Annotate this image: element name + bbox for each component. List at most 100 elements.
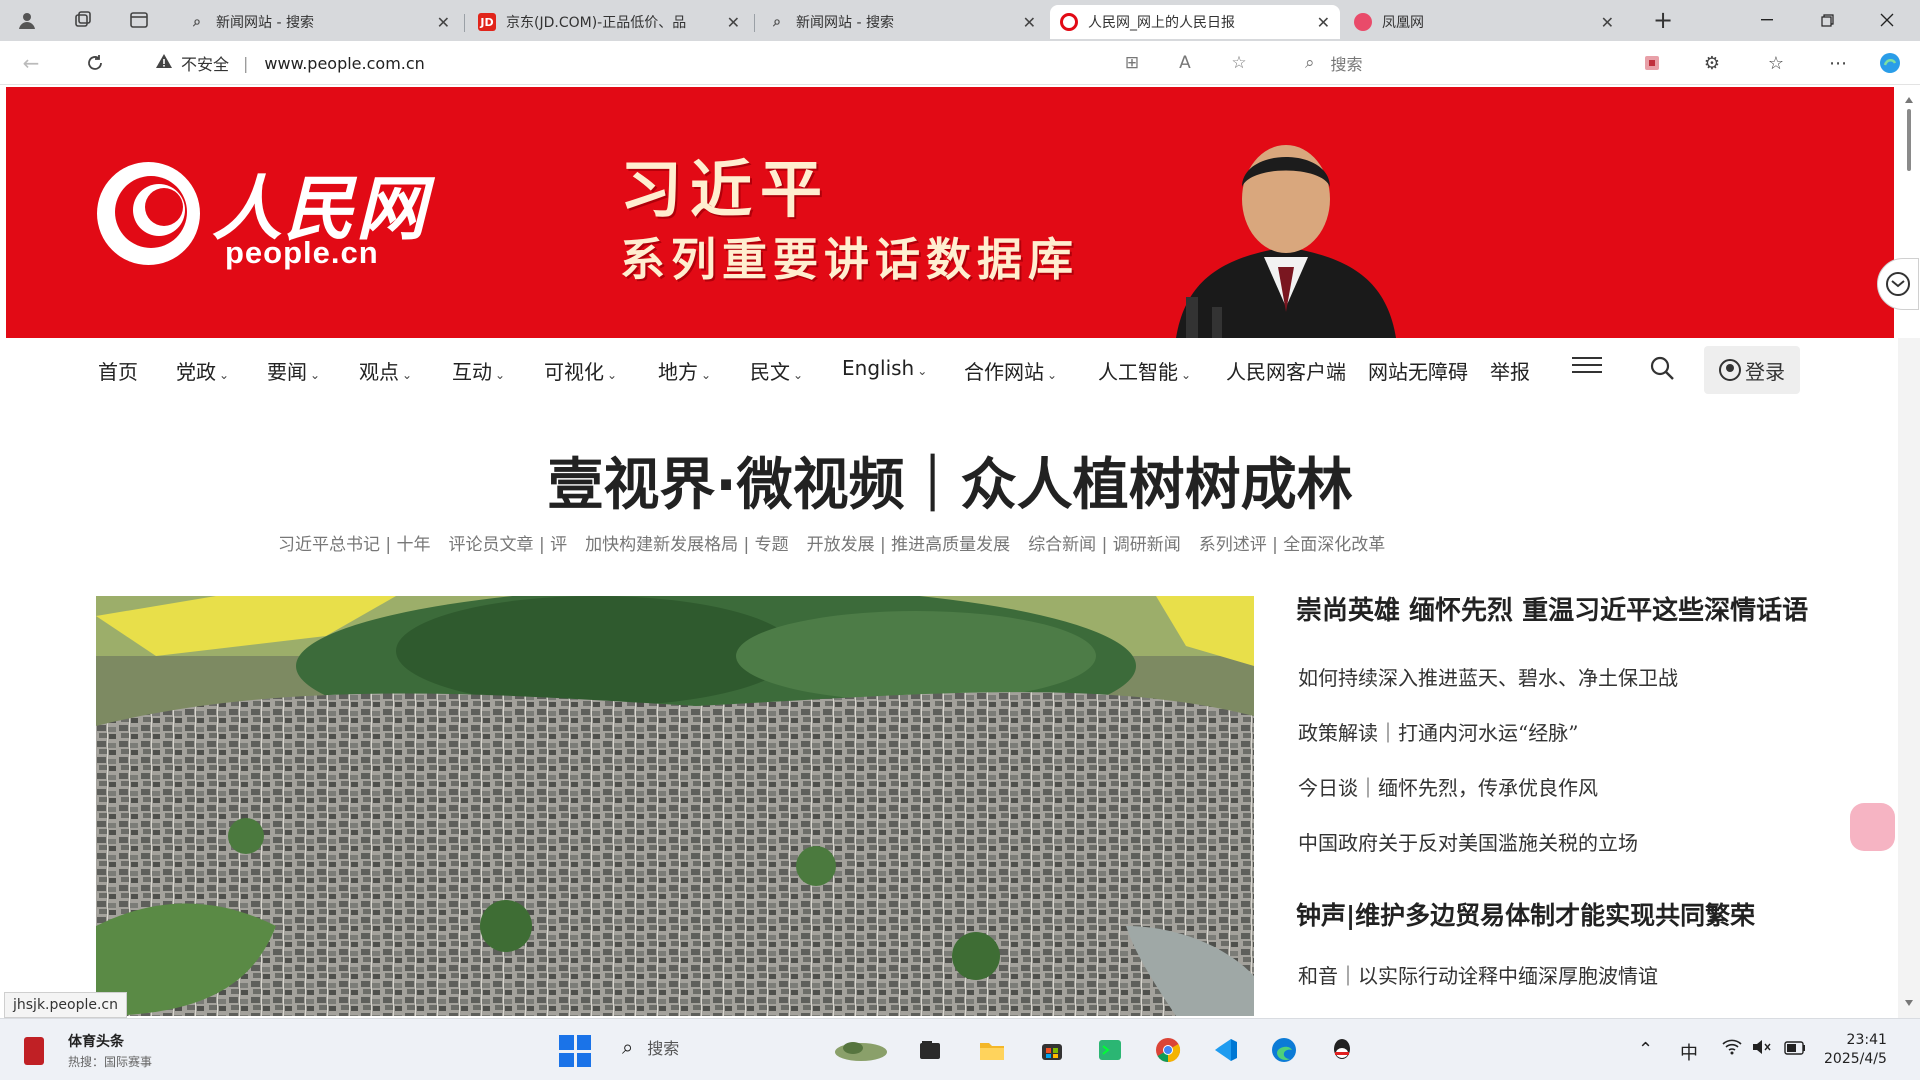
- main-headline[interactable]: 壹视界·微视频｜众人植树树成林: [0, 440, 1900, 521]
- landscape-widget-icon[interactable]: [832, 1033, 890, 1067]
- tab-title: 新闻网站 - 搜索: [796, 15, 894, 31]
- system-clock[interactable]: 23:41 2025/4/5: [1824, 1031, 1887, 1069]
- extensions-puzzle-icon[interactable]: ⚙: [1698, 50, 1726, 76]
- nav-item-english[interactable]: English ⌄: [842, 356, 927, 380]
- close-tab-icon[interactable]: ✕: [1317, 13, 1330, 32]
- close-tab-icon[interactable]: ✕: [1023, 13, 1036, 32]
- sidebar-search-box[interactable]: ⌕ 搜索: [1305, 51, 1363, 75]
- tab-title: 京东(JD.COM)-正品低价、品: [506, 15, 687, 31]
- url-field[interactable]: www.people.com.cn: [264, 54, 424, 73]
- side-news-item[interactable]: 今日谈｜缅怀先烈，传承优良作风: [1298, 772, 1598, 801]
- nav-item-ai[interactable]: 人工智能 ⌄: [1098, 356, 1191, 385]
- qq-icon[interactable]: [1324, 1033, 1360, 1067]
- edge-icon[interactable]: [1266, 1033, 1302, 1067]
- subhead-link[interactable]: 系列述评 | 全面深化改革: [1199, 530, 1386, 555]
- close-tab-icon[interactable]: ✕: [1601, 13, 1614, 32]
- workspaces-icon[interactable]: [68, 6, 98, 34]
- side-heading[interactable]: 崇尚英雄 缅怀先烈 重温习近平这些深情话语: [1296, 590, 1808, 627]
- site-logo-domain[interactable]: people.cn: [225, 235, 379, 271]
- nav-item-local[interactable]: 地方 ⌄: [658, 356, 711, 385]
- read-aloud-icon[interactable]: A: [1172, 51, 1198, 75]
- nav-label: 观点: [359, 360, 399, 384]
- nav-item-home[interactable]: 首页: [98, 356, 138, 385]
- nav-item-news[interactable]: 要闻 ⌄: [267, 356, 320, 385]
- menu-icon[interactable]: [1572, 352, 1602, 380]
- store-icon[interactable]: [1034, 1033, 1070, 1067]
- battery-icon[interactable]: [1784, 1039, 1806, 1060]
- people-logo-icon[interactable]: [97, 162, 200, 265]
- subhead-link[interactable]: 加快构建新发展格局 | 专题: [585, 530, 789, 555]
- nav-item-interact[interactable]: 互动 ⌄: [452, 356, 505, 385]
- show-hidden-icons-icon[interactable]: ⌃: [1638, 1039, 1653, 1060]
- restore-icon[interactable]: [1798, 0, 1856, 40]
- nav-item-accessibility[interactable]: 网站无障碍: [1368, 356, 1468, 385]
- profile-icon[interactable]: [12, 6, 42, 34]
- close-tab-icon[interactable]: ✕: [437, 13, 450, 32]
- nav-label: 人民网客户端: [1226, 360, 1346, 384]
- new-tab-button[interactable]: +: [1648, 6, 1678, 34]
- nav-item-minority[interactable]: 民文 ⌄: [750, 356, 803, 385]
- nav-label: 党政: [176, 360, 216, 384]
- nav-item-client[interactable]: 人民网客户端: [1226, 356, 1346, 385]
- folder-icon[interactable]: [974, 1033, 1010, 1067]
- search-icon[interactable]: [1648, 354, 1676, 382]
- banner-portrait-image[interactable]: [1146, 107, 1426, 338]
- favorites-icon[interactable]: ☆: [1762, 50, 1790, 76]
- vertical-tabs-icon[interactable]: [124, 6, 154, 34]
- login-label: 登录: [1745, 359, 1785, 384]
- nav-item-report[interactable]: 举报: [1490, 356, 1530, 385]
- banner-subtitle[interactable]: 系列重要讲话数据库: [620, 223, 1079, 288]
- minimize-icon[interactable]: [1738, 0, 1796, 40]
- taskbar-search[interactable]: ⌕ 搜索: [622, 1035, 679, 1059]
- terminal-icon[interactable]: [1092, 1033, 1128, 1067]
- tab-2[interactable]: JD 京东(JD.COM)-正品低价、品 ✕: [468, 5, 750, 39]
- search-icon: ⌕: [193, 14, 201, 30]
- tab-4-active[interactable]: 人民网_网上的人民日报 ✕: [1050, 5, 1340, 39]
- nav-item-partners[interactable]: 合作网站 ⌄: [964, 356, 1057, 385]
- app-available-icon[interactable]: ⊞: [1119, 51, 1145, 75]
- nav-item-party[interactable]: 党政 ⌄: [176, 356, 229, 385]
- file-explorer-icon[interactable]: [912, 1033, 948, 1067]
- volume-muted-icon[interactable]: [1752, 1039, 1772, 1060]
- start-menu-icon[interactable]: [559, 1035, 591, 1067]
- refresh-icon[interactable]: [80, 49, 110, 77]
- side-news-item[interactable]: 政策解读｜打通内河水运“经脉”: [1298, 717, 1578, 746]
- nav-item-visual[interactable]: 可视化 ⌄: [544, 356, 617, 385]
- side-heading[interactable]: 钟声|维护多边贸易体制才能实现共同繁荣: [1296, 896, 1755, 932]
- nav-label: 首页: [98, 360, 138, 384]
- floating-widget-icon[interactable]: [1850, 803, 1895, 851]
- vscode-icon[interactable]: [1208, 1033, 1244, 1067]
- side-news-item[interactable]: 中国政府关于反对美国滥施关税的立场: [1298, 827, 1638, 856]
- close-tab-icon[interactable]: ✕: [727, 13, 740, 32]
- subhead-link[interactable]: 习近平总书记 | 十年: [278, 530, 431, 555]
- tab-1[interactable]: ⌕ 新闻网站 - 搜索 ✕: [178, 5, 460, 39]
- subhead-link[interactable]: 开放发展 | 推进高质量发展: [807, 530, 1011, 555]
- copilot-icon[interactable]: [1876, 50, 1904, 76]
- page-scrollbar[interactable]: [1898, 338, 1920, 1018]
- extension-icon[interactable]: [1638, 50, 1666, 76]
- nav-item-opinion[interactable]: 观点 ⌄: [359, 356, 412, 385]
- chrome-icon[interactable]: [1150, 1033, 1186, 1067]
- tab-5[interactable]: 凤凰网 ✕: [1344, 5, 1624, 39]
- news-widget[interactable]: 体育头条 热搜：国际赛事: [24, 1031, 152, 1070]
- widget-title: 体育头条: [68, 1034, 124, 1050]
- back-arrow-icon[interactable]: ←: [16, 49, 46, 77]
- wifi-icon[interactable]: [1722, 1039, 1742, 1060]
- tab-3[interactable]: ⌕ 新闻网站 - 搜索 ✕: [758, 5, 1046, 39]
- user-icon: [1719, 359, 1741, 381]
- favorite-star-icon[interactable]: ☆: [1226, 51, 1252, 75]
- security-label: 不安全: [181, 55, 230, 74]
- more-options-icon[interactable]: ⋯: [1824, 50, 1852, 76]
- subhead-link[interactable]: 评论员文章 | 评: [449, 530, 568, 555]
- site-security-indicator[interactable]: 不安全 | www.people.com.cn: [155, 51, 425, 75]
- login-button[interactable]: 登录: [1704, 346, 1800, 394]
- subhead-link[interactable]: 综合新闻 | 调研新闻: [1028, 530, 1181, 555]
- close-window-icon[interactable]: [1858, 0, 1916, 40]
- side-news-item[interactable]: 如何持续深入推进蓝天、碧水、净土保卫战: [1298, 662, 1678, 691]
- feature-photo-aerial-town[interactable]: [96, 596, 1254, 1016]
- side-news-item[interactable]: 和音｜以实际行动诠释中缅深厚胞波情谊: [1298, 960, 1658, 989]
- input-method-indicator[interactable]: 中: [1680, 1039, 1698, 1065]
- banner-title[interactable]: 习近平: [620, 139, 830, 229]
- nav-label: 要闻: [267, 360, 307, 384]
- sports-widget-icon: [24, 1036, 44, 1065]
